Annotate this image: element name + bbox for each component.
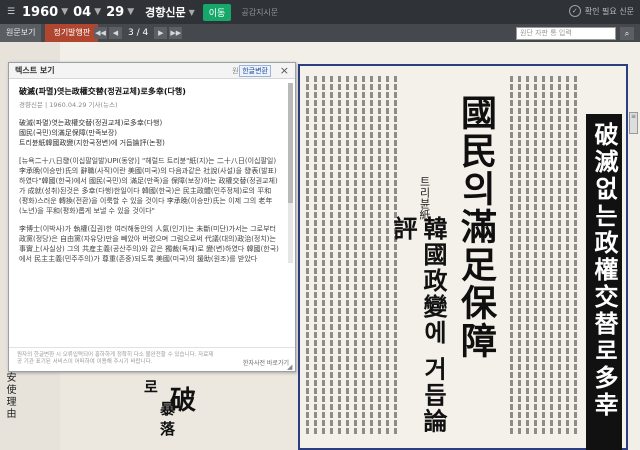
public-info-link[interactable]: 공감지시문: [241, 7, 278, 18]
popup-footer: 원자의 한글변환 시 오류입력되어 홍하하게 정확히 다소 불완전할 수 있습니…: [9, 347, 295, 371]
popup-body: 破滅(파멸)엿는政權交替(정권교체)로多幸(다행) 경향신문 | 1960.04…: [9, 79, 289, 347]
page-total: 4: [142, 28, 149, 38]
bottom-char-4: 落: [160, 420, 176, 438]
left-col-char-4: 由: [4, 408, 15, 418]
text-view-popup: 텍스트 보기 원문 한글변환 × 破滅(파멸)엿는政權交替(정권교체)로多幸(다…: [8, 62, 296, 372]
close-icon[interactable]: ×: [280, 64, 289, 77]
sub-toolbar: 원문보기 정기발행판 ◀◀ ◀ 3 / 4 ▶ ▶▶ 원단 자판 통 입력 ⌕: [0, 24, 640, 42]
prev-page-icon[interactable]: ◀: [109, 27, 122, 39]
text-column: [518, 76, 521, 436]
go-button[interactable]: 이동: [202, 3, 232, 21]
article-paragraph: 李博士(이박사)가 執權(집권)한 여러해동안의 人氣(인기)는 未斷(미단)가…: [19, 225, 279, 263]
article-line: 破滅(파멸)엿는政權交替(정권교체)로多幸(다행): [19, 119, 163, 127]
mini-headline: 트리뷴紙: [418, 176, 431, 220]
text-column: [322, 76, 325, 436]
pin-wrap[interactable]: ✓ 확인 필요 신문: [568, 5, 634, 17]
resize-handle-icon[interactable]: ◢: [287, 363, 295, 371]
text-column: [558, 76, 561, 436]
viewer-scroll-handle[interactable]: ≡: [629, 112, 638, 134]
bottom-char-3: 暴: [160, 400, 176, 418]
pager: ◀◀ ◀ 3 / 4 ▶ ▶▶: [94, 27, 183, 39]
bottom-char-2: 로: [144, 378, 158, 396]
first-page-icon[interactable]: ◀◀: [94, 27, 107, 39]
text-column: [354, 76, 357, 436]
text-column: [378, 76, 381, 436]
menu-icon[interactable]: ☰: [4, 5, 18, 19]
newspaper-chevron-down-icon[interactable]: ▼: [189, 8, 195, 17]
year-chevron-down-icon[interactable]: ▼: [61, 7, 68, 17]
search-icon[interactable]: ⌕: [620, 27, 634, 40]
left-page-bottom: 破 로 暴 落: [60, 372, 300, 450]
popup-title: 텍스트 보기: [15, 66, 55, 75]
text-column: [330, 76, 333, 436]
day-chevron-down-icon[interactable]: ▼: [127, 7, 134, 17]
text-column: [386, 76, 389, 436]
article-paragraph: [뉴욕二十八日發(이십팔일발)UPI(동양)] "헤럴드 트리뷴"紙(지)는 二…: [19, 157, 278, 215]
text-column: [534, 76, 537, 436]
text-column: [338, 76, 341, 436]
text-column: [566, 76, 569, 436]
top-toolbar: ☰ 1960 ▼ 04 ▼ 29 ▼ 경향신문 ▼ 이동 공감지시문 ✓ 확인 …: [0, 0, 640, 24]
month-field[interactable]: 04: [73, 5, 91, 20]
month-chevron-down-icon[interactable]: ▼: [94, 7, 101, 17]
text-column: [370, 76, 373, 436]
pin-label: 확인 필요 신문: [584, 6, 634, 16]
popup-scrollbar[interactable]: [288, 83, 293, 263]
text-column: [362, 76, 365, 436]
text-column: [346, 76, 349, 436]
text-column: [314, 76, 317, 436]
hanja-dictionary-link[interactable]: 한자사전 바로가기: [243, 358, 289, 367]
sub-headline: 韓國政變에 거듭論評: [389, 216, 448, 435]
text-column: [526, 76, 529, 436]
tab-original-view[interactable]: 원문보기: [0, 24, 42, 42]
text-column: [306, 76, 309, 436]
next-page-icon[interactable]: ▶: [154, 27, 168, 39]
page-indicator: 3 / 4: [128, 28, 148, 38]
main-headline: 國民의滿足保障: [455, 94, 497, 360]
article-meta: 경향신문 | 1960.04.29 기사(뉴스): [19, 101, 118, 109]
newspaper-select[interactable]: 경향신문: [145, 4, 185, 20]
article-line: 트리뷴紙韓國政變(지한국정변)에 거듭論評(논평): [19, 139, 165, 147]
footer-note: 원자의 한글변환 시 오류입력되어 홍하하게 정확히 다소 불완전할 수 있습니…: [17, 352, 214, 365]
search-input[interactable]: 원단 자판 통 입력: [516, 27, 616, 40]
left-col-char-3: 理: [4, 396, 15, 406]
year-field[interactable]: 1960: [22, 5, 58, 20]
tab-regular-edition[interactable]: 정기발행판: [45, 24, 99, 42]
page-current: 3: [128, 28, 134, 38]
popup-scroll-thumb[interactable]: [288, 83, 293, 203]
page-sep: /: [136, 28, 140, 38]
lang-korean-button[interactable]: 한글변환: [239, 65, 271, 77]
article-line: 國民(국민)의滿足保障(만족보장): [19, 129, 118, 137]
text-column: [550, 76, 553, 436]
day-field[interactable]: 29: [106, 5, 124, 20]
pin-icon: ✓: [568, 5, 581, 17]
article-title: 破滅(파멸)엿는政權交替(정권교체)로多幸(다행): [19, 87, 186, 96]
text-column: [574, 76, 577, 436]
newspaper-page[interactable]: 트리뷴紙 國民의滿足保障 韓國政變에 거듭論評 破滅없는政權交替로多幸: [298, 64, 628, 450]
text-column: [394, 76, 397, 436]
last-page-icon[interactable]: ▶▶: [169, 27, 183, 39]
text-column: [542, 76, 545, 436]
popup-header[interactable]: 텍스트 보기 원문 한글변환 ×: [9, 63, 295, 79]
text-column: [510, 76, 513, 436]
black-headline-block: 破滅없는政權交替로多幸: [586, 114, 622, 450]
left-col-char-2: 使: [4, 384, 15, 394]
left-col-char-1: 安: [4, 372, 15, 382]
